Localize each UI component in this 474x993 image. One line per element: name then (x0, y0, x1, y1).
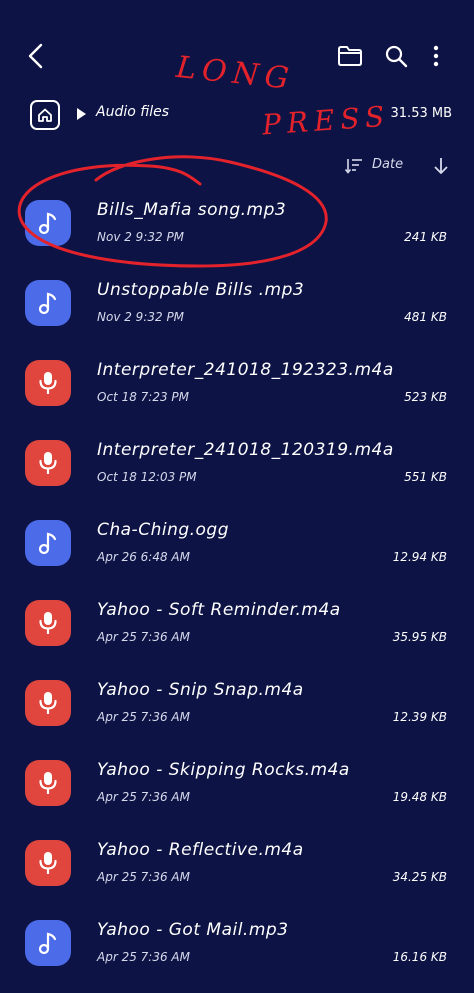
file-size: 551 KB (404, 470, 447, 484)
microphone-icon (25, 840, 71, 886)
file-date: Apr 25 7:36 AM (97, 950, 190, 964)
file-row[interactable]: Interpreter_241018_120319.m4a Oct 18 12:… (0, 422, 474, 502)
back-arrow-icon (28, 43, 43, 69)
arrow-down-icon[interactable] (430, 154, 452, 178)
music-note-icon (25, 280, 71, 326)
file-name: Yahoo - Reflective.m4a (97, 840, 304, 860)
file-row[interactable]: Yahoo - Reflective.m4a Apr 25 7:36 AM 34… (0, 822, 474, 902)
file-size: 34.25 KB (392, 870, 447, 884)
home-button[interactable] (30, 100, 60, 130)
file-date: Oct 18 7:23 PM (97, 390, 189, 404)
more-vertical-icon (433, 45, 439, 67)
file-row[interactable]: Yahoo - Got Mail.mp3 Apr 25 7:36 AM 16.1… (0, 902, 474, 982)
storage-total: 31.53 MB (390, 106, 452, 121)
file-date: Apr 26 6:48 AM (97, 550, 190, 564)
file-size: 523 KB (404, 390, 447, 404)
file-row[interactable]: Yahoo - Skipping Rocks.m4a Apr 25 7:36 A… (0, 742, 474, 822)
file-name: Yahoo - Got Mail.mp3 (97, 920, 289, 940)
sort-label[interactable]: Date (372, 157, 403, 172)
sort-icon[interactable] (344, 157, 364, 175)
file-date: Apr 25 7:36 AM (97, 710, 190, 724)
file-date: Apr 25 7:36 AM (97, 790, 190, 804)
file-size: 35.95 KB (392, 630, 447, 644)
microphone-icon (25, 440, 71, 486)
file-date: Nov 2 9:32 PM (97, 230, 185, 244)
file-name: Interpreter_241018_192323.m4a (97, 360, 394, 380)
file-name: Bills_Mafia song.mp3 (97, 200, 287, 220)
microphone-icon (25, 600, 71, 646)
breadcrumb: Audio files 31.53 MB (0, 98, 474, 134)
microphone-icon (25, 760, 71, 806)
back-button[interactable] (18, 38, 54, 74)
folder-icon (338, 46, 362, 66)
file-date: Oct 18 12:03 PM (97, 470, 197, 484)
file-name: Yahoo - Skipping Rocks.m4a (97, 760, 350, 780)
more-options-button[interactable] (424, 40, 448, 72)
file-size: 16.16 KB (392, 950, 447, 964)
file-size: 12.94 KB (392, 550, 447, 564)
folder-button[interactable] (334, 40, 366, 72)
file-date: Nov 2 9:32 PM (97, 310, 185, 324)
file-name: Unstoppable Bills .mp3 (97, 280, 305, 300)
file-size: 241 KB (404, 230, 447, 244)
file-name: Yahoo - Snip Snap.m4a (97, 680, 304, 700)
music-note-icon (25, 520, 71, 566)
file-row[interactable]: Unstoppable Bills .mp3 Nov 2 9:32 PM 481… (0, 262, 474, 342)
music-note-icon (25, 200, 71, 246)
breadcrumb-folder[interactable]: Audio files (96, 104, 169, 120)
file-row[interactable]: Bills_Mafia song.mp3 Nov 2 9:32 PM 241 K… (0, 182, 474, 262)
breadcrumb-arrow-icon (77, 108, 86, 120)
file-row[interactable]: Interpreter_241018_192323.m4a Oct 18 7:2… (0, 342, 474, 422)
music-note-icon (25, 920, 71, 966)
search-button[interactable] (380, 40, 412, 72)
file-row[interactable]: Cha-Ching.ogg Apr 26 6:48 AM 12.94 KB (0, 502, 474, 582)
sort-bar: Date (0, 150, 474, 180)
file-name: Interpreter_241018_120319.m4a (97, 440, 394, 460)
microphone-icon (25, 360, 71, 406)
file-row[interactable]: Yahoo - Soft Reminder.m4a Apr 25 7:36 AM… (0, 582, 474, 662)
file-row[interactable]: Yahoo - Snip Snap.m4a Apr 25 7:36 AM 12.… (0, 662, 474, 742)
file-name: Cha-Ching.ogg (97, 520, 230, 540)
file-size: 481 KB (404, 310, 447, 324)
microphone-icon (25, 680, 71, 726)
file-date: Apr 25 7:36 AM (97, 630, 190, 644)
home-icon (38, 108, 52, 122)
file-date: Apr 25 7:36 AM (97, 870, 190, 884)
search-icon (385, 45, 408, 68)
file-size: 19.48 KB (392, 790, 447, 804)
file-size: 12.39 KB (392, 710, 447, 724)
file-name: Yahoo - Soft Reminder.m4a (97, 600, 341, 620)
